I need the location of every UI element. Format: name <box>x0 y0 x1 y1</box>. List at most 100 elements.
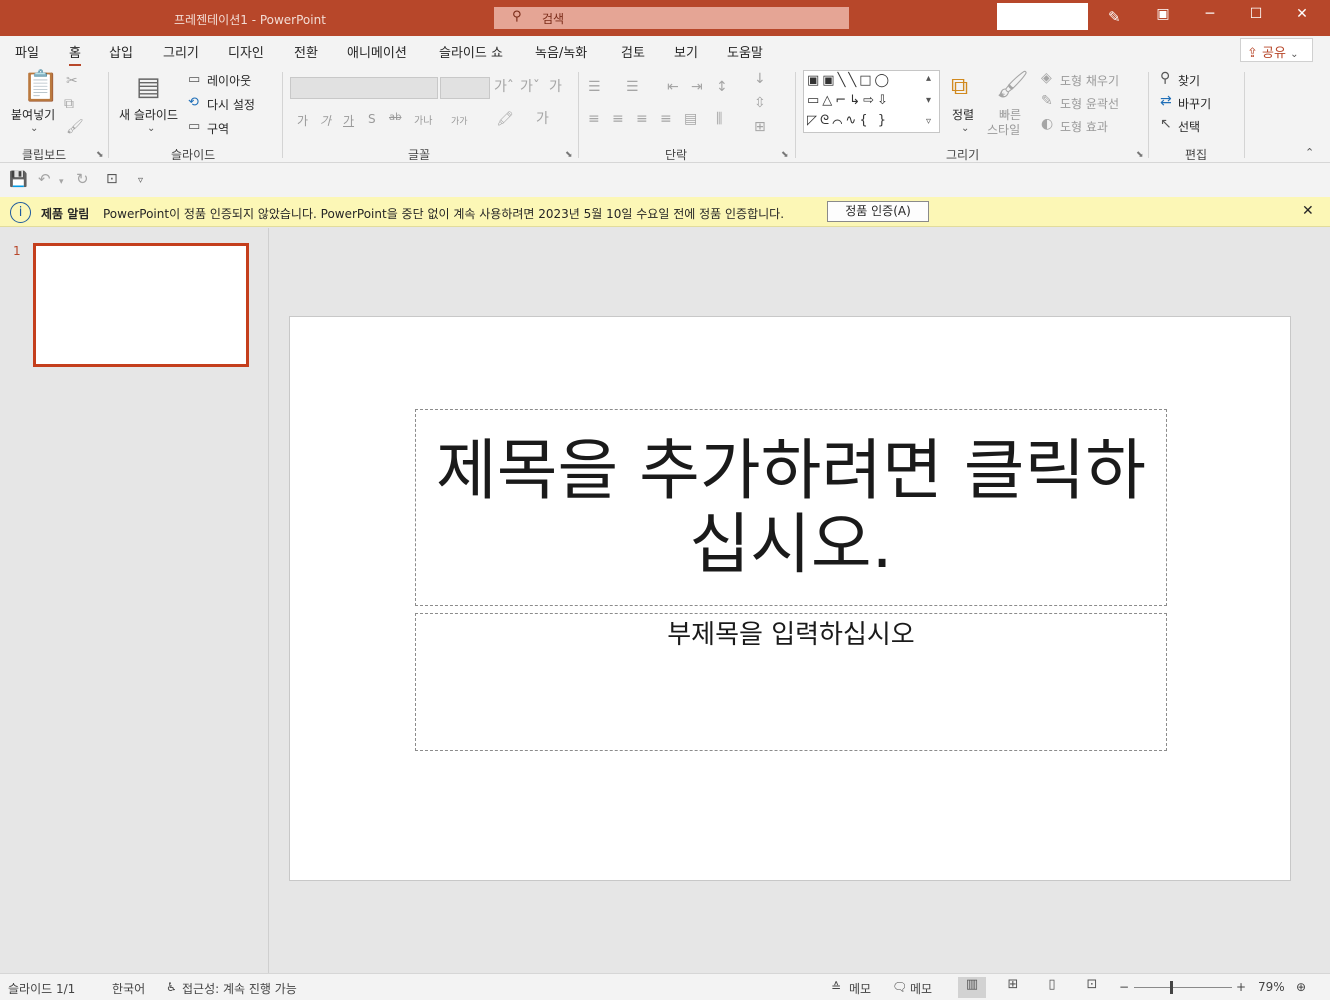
shape-fill-button[interactable]: 도형 채우기 <box>1060 72 1119 89</box>
arrange-label[interactable]: 정렬 <box>952 106 974 123</box>
account-area[interactable] <box>997 3 1088 30</box>
shapes-scroll-up-icon[interactable]: ▴ <box>926 72 931 86</box>
change-case-button[interactable]: 가가 <box>451 114 468 127</box>
pen-icon[interactable]: ✎ <box>1108 8 1121 26</box>
start-slideshow-icon[interactable]: ⊡ <box>106 172 118 186</box>
comments-button[interactable]: 메모 <box>910 980 932 997</box>
tab-record[interactable]: 녹음/녹화 <box>535 42 587 61</box>
decrease-indent-icon[interactable]: ⇤ <box>667 80 679 94</box>
redo-icon[interactable]: ↻ <box>76 172 89 187</box>
tab-slide-show[interactable]: 슬라이드 쇼 <box>439 42 503 61</box>
collapse-ribbon-icon[interactable]: ⌃ <box>1305 146 1314 160</box>
arrange-icon[interactable]: ⧉ <box>951 74 968 98</box>
shapes-gallery[interactable]: ▣▣╲╲□◯ ▭△⌐↳⇨⇩ ◸ᘓ⌒∿{ } <box>803 70 940 133</box>
normal-view-icon[interactable]: ▥ <box>958 977 986 998</box>
reset-button[interactable]: 다시 설정 <box>207 96 255 113</box>
notes-button[interactable]: 메모 <box>849 980 871 997</box>
slide-sorter-icon[interactable]: ⊞ <box>999 977 1027 998</box>
shapes-row-3[interactable]: ◸ᘓ⌒∿{ } <box>807 113 889 128</box>
zoom-slider-thumb[interactable] <box>1170 981 1173 994</box>
align-left-icon[interactable]: ≡ <box>588 112 600 126</box>
slideshow-view-icon[interactable]: ⊡ <box>1078 977 1106 998</box>
undo-dropdown-icon[interactable]: ▾ <box>59 175 64 189</box>
tab-file[interactable]: 파일 <box>15 42 39 61</box>
slide-thumbnail[interactable] <box>33 243 249 367</box>
select-button[interactable]: 선택 <box>1178 118 1200 135</box>
zoom-slider-track[interactable] <box>1134 987 1232 988</box>
align-text-icon[interactable]: ⇳ <box>754 96 766 110</box>
quick-styles-label-2[interactable]: 스타일 <box>987 121 1020 138</box>
customize-qat-icon[interactable]: ▿ <box>138 174 143 188</box>
undo-icon[interactable]: ↶ <box>38 172 51 187</box>
ribbon-display-options-icon[interactable]: ▣ <box>1143 6 1183 28</box>
tab-animations[interactable]: 애니메이션 <box>347 42 407 61</box>
shapes-scroll-down-icon[interactable]: ▾ <box>926 94 931 108</box>
close-notification-icon[interactable]: ✕ <box>1302 203 1314 219</box>
zoom-in-button[interactable]: + <box>1236 980 1246 994</box>
cut-icon[interactable]: ✂ <box>66 74 78 88</box>
find-button[interactable]: 찾기 <box>1178 72 1200 89</box>
text-direction-icon[interactable]: ↓ <box>754 72 766 86</box>
quick-styles-icon[interactable]: 🖌 <box>996 72 1029 98</box>
minimize-button[interactable]: ─ <box>1190 6 1230 28</box>
accessibility-status[interactable]: 접근성: 계속 진행 가능 <box>182 980 297 997</box>
bold-button[interactable]: 가 <box>297 112 308 129</box>
shape-outline-button[interactable]: 도형 윤곽선 <box>1060 95 1119 112</box>
shapes-more-icon[interactable]: ▿ <box>926 115 931 129</box>
maximize-button[interactable]: ☐ <box>1236 6 1276 28</box>
shadow-button[interactable]: S <box>368 112 376 126</box>
tab-transitions[interactable]: 전환 <box>294 42 318 61</box>
arrange-dropdown-icon[interactable]: ⌄ <box>961 122 969 136</box>
align-center-icon[interactable]: ≡ <box>612 112 624 126</box>
save-icon[interactable]: 💾 <box>9 172 28 187</box>
font-color-icon[interactable]: 가 <box>536 112 549 126</box>
format-painter-icon[interactable]: 🖌 <box>66 120 84 134</box>
align-right-icon[interactable]: ≡ <box>636 112 648 126</box>
tab-draw[interactable]: 그리기 <box>163 42 199 61</box>
paragraph-launcher-icon[interactable]: ⬊ <box>781 150 789 160</box>
paste-button-label[interactable]: 붙여넣기 <box>11 106 55 123</box>
new-slide-dropdown-icon[interactable]: ⌄ <box>147 122 155 136</box>
shapes-row-2[interactable]: ▭△⌐↳⇨⇩ <box>807 93 891 108</box>
clipboard-launcher-icon[interactable]: ⬊ <box>96 150 104 160</box>
smartart-icon[interactable]: ⊞ <box>754 120 766 134</box>
search-box[interactable]: ⚲ 검색 <box>494 7 849 29</box>
fit-to-window-icon[interactable]: ⊕ <box>1296 980 1306 994</box>
increase-indent-icon[interactable]: ⇥ <box>691 80 703 94</box>
italic-button[interactable]: 가 <box>320 112 331 129</box>
shapes-row-1[interactable]: ▣▣╲╲□◯ <box>807 73 892 88</box>
font-size-combo[interactable] <box>440 77 490 99</box>
close-button[interactable]: ✕ <box>1282 6 1322 28</box>
tab-design[interactable]: 디자인 <box>228 42 264 61</box>
section-button[interactable]: 구역 <box>207 120 229 137</box>
distributed-icon[interactable]: ▤ <box>684 112 697 126</box>
new-slide-label[interactable]: 새 슬라이드 <box>119 106 178 123</box>
paste-dropdown-icon[interactable]: ⌄ <box>30 122 38 136</box>
copy-icon[interactable]: ⧉ <box>64 97 74 111</box>
tab-home[interactable]: 홈 <box>69 42 81 67</box>
underline-button[interactable]: 가 <box>343 112 354 129</box>
language-indicator[interactable]: 한국어 <box>112 980 145 997</box>
subtitle-placeholder[interactable]: 부제목을 입력하십시오 <box>415 613 1167 751</box>
clear-formatting-icon[interactable]: 가 <box>549 80 562 94</box>
bullets-icon[interactable]: ☰ <box>588 80 601 94</box>
share-button[interactable]: ⇪ 공유 ⌄ <box>1240 38 1313 62</box>
shrink-font-icon[interactable]: 가ˇ <box>520 80 540 94</box>
line-spacing-icon[interactable]: ↕ <box>716 80 728 94</box>
columns-icon[interactable]: ⫼ <box>716 112 722 126</box>
numbering-icon[interactable]: ☰ <box>626 80 639 94</box>
highlight-color-icon[interactable]: 🖍 <box>496 112 514 126</box>
paste-icon[interactable]: 📋 <box>22 72 59 102</box>
zoom-out-button[interactable]: − <box>1119 980 1129 994</box>
shape-effects-button[interactable]: 도형 효과 <box>1060 118 1108 135</box>
tab-review[interactable]: 검토 <box>621 42 645 61</box>
title-placeholder[interactable]: 제목을 추가하려면 클릭하십시오. <box>415 409 1167 606</box>
tab-view[interactable]: 보기 <box>674 42 698 61</box>
justify-icon[interactable]: ≡ <box>660 112 672 126</box>
grow-font-icon[interactable]: 가ˆ <box>494 80 514 94</box>
tab-insert[interactable]: 삽입 <box>109 42 133 61</box>
layout-button[interactable]: 레이아웃 <box>207 72 251 89</box>
zoom-level[interactable]: 79% <box>1258 980 1285 994</box>
slide-canvas[interactable]: 제목을 추가하려면 클릭하십시오. 부제목을 입력하십시오 <box>289 316 1291 881</box>
character-spacing-button[interactable]: 가나 <box>414 112 432 127</box>
